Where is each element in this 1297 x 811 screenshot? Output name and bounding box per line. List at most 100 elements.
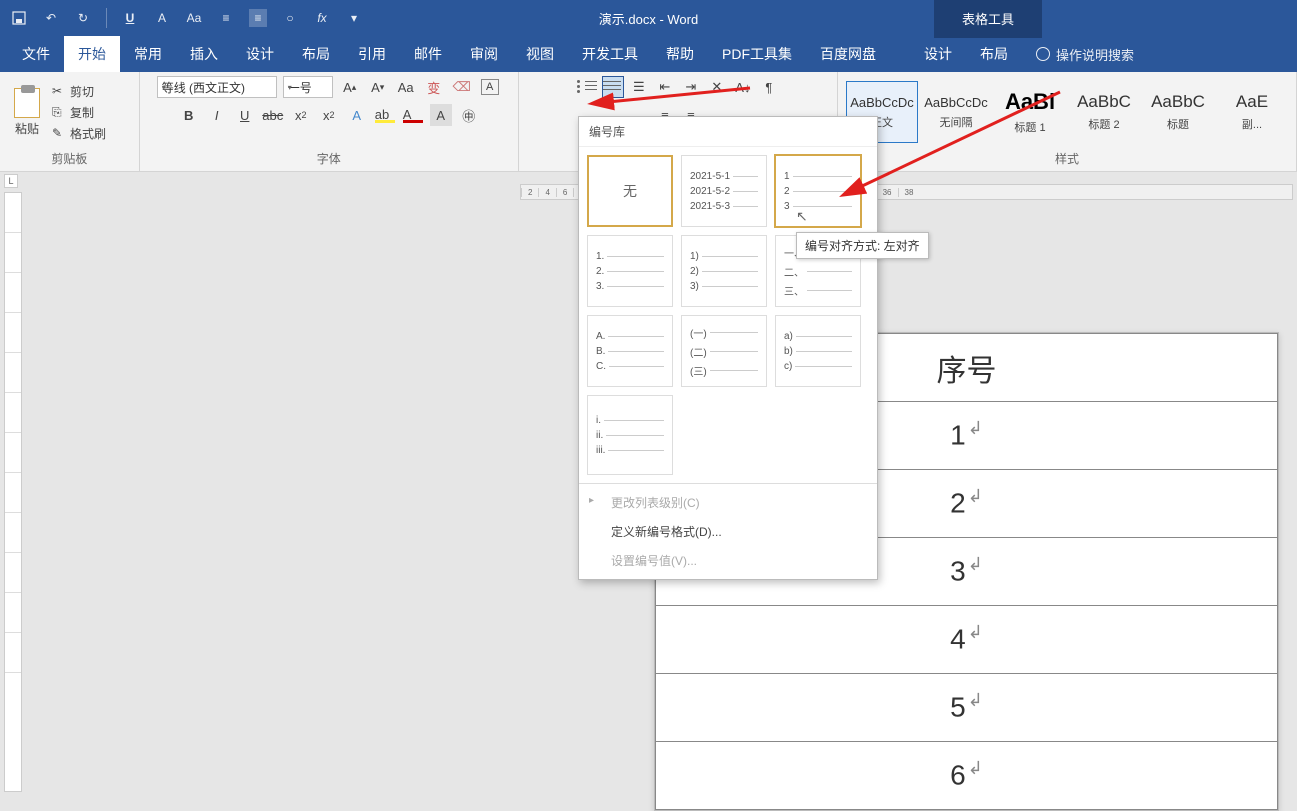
title-bar: ↶ ↻ U A Aa ≡ ≡ ○ fx ▾ 演示.docx - Word 表格工…: [0, 0, 1297, 36]
style-item[interactable]: AaBbC标题: [1142, 81, 1214, 143]
font-name-combo[interactable]: 等线 (西文正文)▾: [157, 76, 277, 98]
superscript-button[interactable]: x2: [318, 104, 340, 126]
numbering-option[interactable]: 2021-5-12021-5-22021-5-3: [681, 155, 767, 227]
fx-qat-icon[interactable]: fx: [313, 9, 331, 27]
tab-mailings[interactable]: 邮件: [400, 36, 456, 72]
style-item[interactable]: AaE 副...: [1216, 81, 1288, 143]
underline-button[interactable]: U: [234, 104, 256, 126]
table-tools-label: 表格工具: [934, 0, 1042, 38]
quick-access-toolbar: ↶ ↻ U A Aa ≡ ≡ ○ fx ▾: [0, 8, 373, 28]
copy-icon: ⎘: [52, 105, 66, 119]
undo-icon[interactable]: ↶: [42, 9, 60, 27]
group-clipboard-label: 剪贴板: [8, 148, 131, 169]
brush-icon: ✎: [52, 126, 66, 140]
group-font: 等线 (西文正文)▾ 一号▾ A▴ A▾ Aa 变 ⌫ A B I U abc …: [140, 72, 519, 171]
tab-baidu[interactable]: 百度网盘: [806, 36, 890, 72]
cut-button[interactable]: ✂剪切: [52, 83, 106, 100]
bullets-qat-icon[interactable]: ≡: [217, 9, 235, 27]
tab-developer[interactable]: 开发工具: [568, 36, 652, 72]
annotation-arrow-2: [850, 88, 1070, 213]
align-qat-icon[interactable]: ≡: [249, 9, 267, 27]
subscript-button[interactable]: x2: [290, 104, 312, 126]
numbering-option[interactable]: (一)(二)(三): [681, 315, 767, 387]
numbering-tooltip: 编号对齐方式: 左对齐: [796, 232, 929, 259]
numbering-menu-item: 设置编号值(V)...: [579, 546, 877, 575]
group-clipboard: 粘贴 ✂剪切 ⎘复制 ✎格式刷 剪贴板: [0, 72, 140, 171]
tab-help[interactable]: 帮助: [652, 36, 708, 72]
numbering-option[interactable]: A.B.C.: [587, 315, 673, 387]
enclose-char-button[interactable]: ㊥: [458, 104, 480, 126]
numbering-menu-item[interactable]: 定义新编号格式(D)...: [579, 517, 877, 546]
tab-table-layout[interactable]: 布局: [966, 36, 1022, 72]
tab-design[interactable]: 设计: [232, 36, 288, 72]
italic-button[interactable]: I: [206, 104, 228, 126]
font-size-combo[interactable]: 一号▾: [283, 76, 333, 98]
table-row[interactable]: 4↲: [656, 606, 1278, 674]
numbering-menu: ▸更改列表级别(C)定义新编号格式(D)...设置编号值(V)...: [579, 483, 877, 579]
font-size-qat-icon[interactable]: Aa: [185, 9, 203, 27]
shape-qat-icon[interactable]: ○: [281, 9, 299, 27]
paste-button[interactable]: 粘贴: [8, 84, 46, 141]
show-marks-button[interactable]: ¶: [758, 76, 780, 98]
font-color-qat-icon[interactable]: A: [153, 9, 171, 27]
document-title: 演示.docx - Word: [599, 9, 698, 28]
style-preview: AaE: [1236, 92, 1268, 112]
vertical-ruler[interactable]: [4, 192, 22, 792]
ruler-corner[interactable]: L: [4, 174, 18, 188]
text-effect-button[interactable]: A: [346, 104, 368, 126]
tab-pdf[interactable]: PDF工具集: [708, 36, 806, 72]
format-painter-button[interactable]: ✎格式刷: [52, 125, 106, 142]
paragraph-mark-icon: ↲: [968, 622, 983, 642]
bullets-button[interactable]: [576, 76, 598, 98]
ribbon-tabs: 文件 开始 常用 插入 设计 布局 引用 邮件 审阅 视图 开发工具 帮助 PD…: [0, 36, 1297, 72]
numbering-option-none[interactable]: 无: [587, 155, 673, 227]
copy-button[interactable]: ⎘复制: [52, 104, 106, 121]
font-color-button[interactable]: A: [402, 104, 424, 126]
redo-icon[interactable]: ↻: [74, 9, 92, 27]
paragraph-mark-icon: ↲: [968, 486, 983, 506]
tab-layout[interactable]: 布局: [288, 36, 344, 72]
chevron-down-icon: ▾: [288, 83, 292, 92]
tab-file[interactable]: 文件: [8, 36, 64, 72]
tab-references[interactable]: 引用: [344, 36, 400, 72]
paragraph-mark-icon: ↲: [968, 418, 983, 438]
change-case-button[interactable]: Aa: [395, 76, 417, 98]
underline-qat-icon[interactable]: U: [121, 9, 139, 27]
cut-icon: ✂: [52, 84, 66, 98]
group-font-label: 字体: [148, 148, 510, 169]
table-row[interactable]: 6↲: [656, 742, 1278, 810]
tab-home[interactable]: 开始: [64, 36, 120, 72]
tab-insert[interactable]: 插入: [176, 36, 232, 72]
style-name: 标题 2: [1088, 116, 1119, 132]
table-row[interactable]: 5↲: [656, 674, 1278, 742]
numbering-option[interactable]: 1.2.3.: [587, 235, 673, 307]
numbering-option[interactable]: 1)2)3): [681, 235, 767, 307]
qat-more-icon[interactable]: ▾: [345, 9, 363, 27]
bulb-icon: [1036, 47, 1050, 61]
save-icon[interactable]: [10, 9, 28, 27]
numbering-option[interactable]: i.ii.iii.: [587, 395, 673, 475]
style-name: 副...: [1242, 116, 1262, 132]
paste-label: 粘贴: [15, 120, 39, 137]
grow-font-button[interactable]: A▴: [339, 76, 361, 98]
char-shading-button[interactable]: A: [430, 104, 452, 126]
tab-review[interactable]: 审阅: [456, 36, 512, 72]
char-border-button[interactable]: A: [479, 76, 501, 98]
style-name: 标题: [1167, 116, 1189, 132]
tab-table-design[interactable]: 设计: [910, 36, 966, 72]
paragraph-mark-icon: ↲: [968, 554, 983, 574]
highlight-button[interactable]: ab: [374, 104, 396, 126]
clear-format-button[interactable]: ⌫: [451, 76, 473, 98]
tell-me-label: 操作说明搜索: [1056, 45, 1134, 64]
phonetic-button[interactable]: 变: [423, 76, 445, 98]
numbering-option[interactable]: a)b)c): [775, 315, 861, 387]
style-item[interactable]: AaBbC标题 2: [1068, 81, 1140, 143]
numbering-option[interactable]: 123: [775, 155, 861, 227]
strike-button[interactable]: abc: [262, 104, 284, 126]
bold-button[interactable]: B: [178, 104, 200, 126]
numbering-menu-item: ▸更改列表级别(C): [579, 488, 877, 517]
tell-me-search[interactable]: 操作说明搜索: [1022, 36, 1148, 72]
tab-common[interactable]: 常用: [120, 36, 176, 72]
tab-view[interactable]: 视图: [512, 36, 568, 72]
shrink-font-button[interactable]: A▾: [367, 76, 389, 98]
